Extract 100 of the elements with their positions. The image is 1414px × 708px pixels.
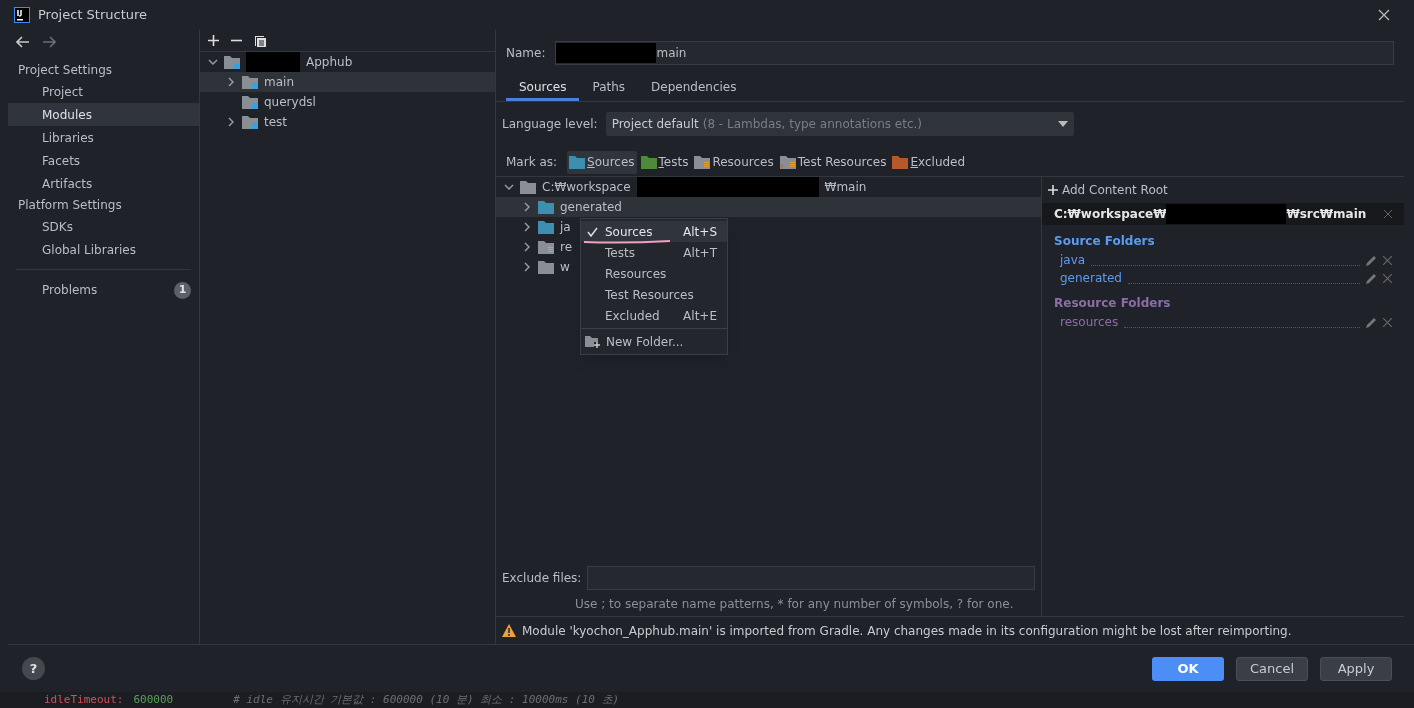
- add-content-root-button[interactable]: Add Content Root: [1062, 181, 1168, 199]
- menu-item[interactable]: Tests Alt+T: [581, 242, 727, 263]
- folder-icon: [640, 155, 657, 169]
- tree-item-label: w: [560, 259, 570, 276]
- content-root-path: C:₩workspace₩: [1054, 206, 1167, 223]
- mark-as-button[interactable]: Excluded: [890, 150, 968, 174]
- folder-group-heading: Resource Folders: [1054, 295, 1172, 312]
- mark-as-button[interactable]: Test Resources: [777, 150, 889, 174]
- shortcut-label: Alt+T: [683, 244, 717, 262]
- tree-row[interactable]: main: [200, 72, 495, 92]
- exclude-files-field[interactable]: [587, 566, 1035, 590]
- plus-icon[interactable]: [208, 35, 219, 46]
- sidebar-item[interactable]: Libraries: [8, 126, 199, 149]
- warning-message: Module 'kyochon_Apphub.main' is imported from Gradle. Any changes made in its configuration might be lost after reimporting.: [522, 622, 1292, 640]
- dialog-button[interactable]: Apply: [1320, 656, 1392, 681]
- tree-row[interactable]: generated: [496, 197, 1041, 217]
- chevron-right-icon[interactable]: [226, 77, 236, 87]
- folder-icon: [694, 155, 711, 169]
- window-title: Project Structure: [38, 6, 148, 25]
- count-badge: 1: [174, 281, 191, 299]
- folder-icon: [892, 155, 909, 169]
- tree-row[interactable]: querydsl: [200, 92, 495, 112]
- tree-item-label: main: [264, 74, 294, 91]
- dialog-button[interactable]: Cancel: [1236, 656, 1308, 681]
- tree-item[interactable]: C:₩workspace: [542, 178, 631, 196]
- folder-path: resources: [1060, 314, 1119, 331]
- sidebar-item[interactable]: Artifacts: [8, 172, 199, 195]
- tree-item[interactable]: Apphub: [306, 53, 353, 71]
- folder-group-heading: Source Folders: [1054, 233, 1156, 250]
- tree-row[interactable]: w: [496, 257, 572, 277]
- folder-icon: [538, 260, 554, 274]
- code-value: 600000: [133, 691, 174, 708]
- section-heading: Platform Settings: [17, 197, 123, 214]
- tree-item-label: test: [264, 114, 288, 131]
- folder-path: generated: [1060, 270, 1122, 287]
- menu-item[interactable]: Sources Alt+S: [581, 221, 727, 242]
- tree-item-label: generated: [560, 199, 622, 216]
- sidebar-item[interactable]: Project: [8, 80, 199, 103]
- sidebar-item[interactable]: Facets: [8, 149, 199, 172]
- tree-item-label: querydsl: [264, 94, 316, 111]
- menu-item[interactable]: Test Resources: [581, 284, 727, 305]
- chevron-down-icon[interactable]: [504, 182, 514, 192]
- tree-row[interactable]: re: [496, 237, 575, 257]
- copy-icon[interactable]: [254, 34, 266, 47]
- tree-row[interactable]: test: [200, 112, 495, 132]
- tree-item-label: re: [560, 239, 573, 256]
- back-arrow-icon[interactable]: [16, 36, 30, 48]
- folder-icon: [538, 200, 554, 214]
- plus-icon: [1048, 185, 1058, 195]
- checkmark-icon: [587, 226, 598, 237]
- name-field[interactable]: main: [555, 41, 1394, 65]
- menu-item[interactable]: Resources: [581, 263, 727, 284]
- chevron-down-icon[interactable]: [208, 57, 218, 67]
- section-heading: Project Settings: [17, 62, 114, 79]
- module-icon: [242, 75, 258, 89]
- tree-item[interactable]: ₩main: [824, 178, 867, 196]
- app-logo-icon: [14, 7, 30, 23]
- warning-icon: [502, 624, 516, 637]
- mark-as-button[interactable]: Resources: [692, 150, 776, 174]
- module-icon: [224, 55, 240, 69]
- sidebar-item[interactable]: Modules: [8, 103, 199, 126]
- folder-icon: [569, 155, 586, 169]
- sidebar-item[interactable]: Problems: [42, 281, 174, 299]
- chevron-right-icon[interactable]: [226, 117, 236, 127]
- field-label: Language level:: [502, 116, 598, 133]
- tree-item-label: ja: [560, 219, 571, 236]
- shortcut-label: Alt+E: [683, 307, 717, 325]
- sidebar-item[interactable]: Global Libraries: [8, 238, 199, 261]
- folder-icon: [779, 155, 796, 169]
- sidebar-item[interactable]: SDKs: [8, 215, 199, 238]
- code-comment: # idle 유지시간 기본값 : 600000 (10 분) 최소 : 10000ms (10 초): [233, 691, 620, 708]
- module-icon: [242, 115, 258, 129]
- folder-icon: [520, 180, 536, 194]
- close-icon[interactable]: [1378, 9, 1390, 21]
- module-icon: [242, 95, 258, 109]
- code-key: idleTimeout:: [44, 691, 124, 708]
- dropdown-arrow-icon: [1057, 121, 1068, 127]
- pencil-icon[interactable]: [1366, 273, 1377, 284]
- mark-as-button[interactable]: Tests: [638, 150, 691, 174]
- tree-row[interactable]: ja: [496, 217, 573, 237]
- help-button[interactable]: ?: [22, 657, 45, 680]
- pencil-icon[interactable]: [1366, 255, 1377, 266]
- tab[interactable]: Paths: [579, 76, 639, 101]
- field-label: Name:: [506, 45, 546, 62]
- tab[interactable]: Dependencies: [638, 76, 750, 101]
- field-label: Exclude files:: [502, 570, 582, 587]
- menu-item[interactable]: New Folder...: [581, 331, 727, 352]
- language-level-dropdown[interactable]: Project default (8 - Lambdas, type annotations etc.): [605, 112, 1074, 136]
- field-label: Mark as:: [506, 154, 558, 171]
- folder-icon: [538, 220, 554, 234]
- folder-path: java: [1060, 252, 1086, 269]
- mark-as-button[interactable]: Sources: [567, 150, 637, 174]
- shortcut-label: Alt+S: [683, 223, 717, 241]
- new-folder-icon: [585, 335, 600, 348]
- menu-item[interactable]: Excluded Alt+E: [581, 305, 727, 326]
- folder-icon: [538, 240, 554, 254]
- pencil-icon[interactable]: [1366, 317, 1377, 328]
- redaction-bar: [246, 52, 300, 72]
- tab[interactable]: Sources: [506, 76, 580, 101]
- forward-arrow-icon[interactable]: [42, 36, 56, 48]
